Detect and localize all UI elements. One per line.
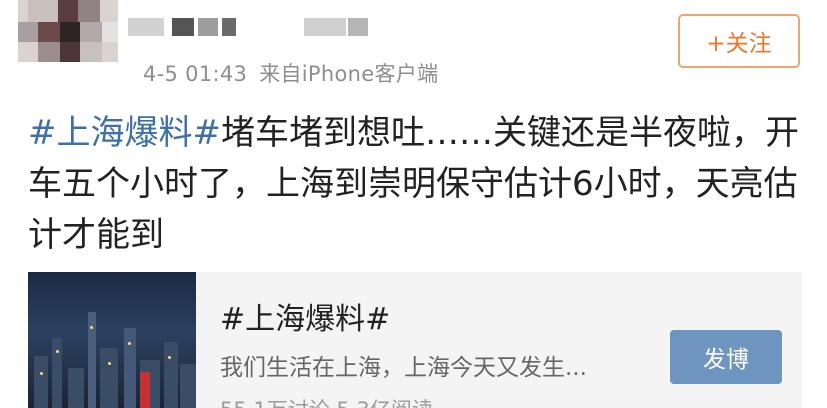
avatar[interactable]: [18, 0, 118, 62]
post-text: #上海爆料#堵车堵到想吐……关键还是半夜啦，开车五个小时了，上海到崇明保守估计6…: [28, 108, 808, 261]
username-redacted[interactable]: [128, 14, 368, 40]
post-hashtag-link[interactable]: #上海爆料#: [28, 113, 221, 153]
topic-card[interactable]: #上海爆料# 我们生活在上海，上海今天又发生... 55.1万讨论 5.3亿阅读…: [28, 272, 802, 408]
post-weibo-button[interactable]: 发博: [670, 330, 782, 384]
post-meta: 4-5 01:43 来自iPhone客户端: [143, 58, 438, 88]
topic-thumbnail: [28, 272, 196, 408]
topic-stats: 55.1万讨论 5.3亿阅读: [220, 394, 433, 408]
topic-title: #上海爆料#: [220, 302, 391, 337]
topic-description: 我们生活在上海，上海今天又发生...: [220, 355, 587, 381]
post-time: 4-5 01:43: [143, 62, 248, 86]
follow-button[interactable]: +关注: [678, 14, 800, 68]
post-source: 来自iPhone客户端: [259, 62, 439, 86]
